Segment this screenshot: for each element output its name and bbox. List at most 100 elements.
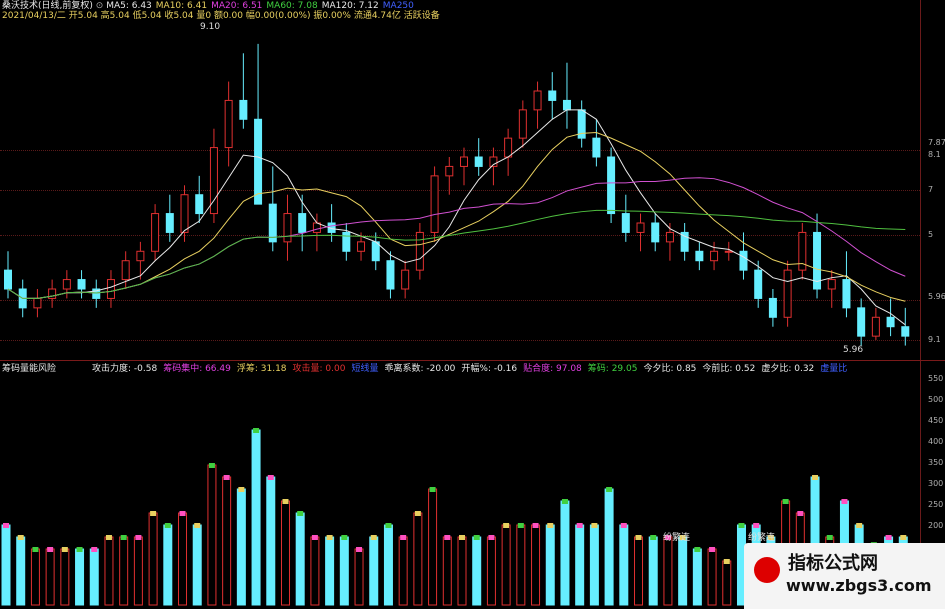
volume-bar[interactable] [310, 536, 320, 606]
volume-cap-marker [606, 487, 613, 492]
volume-cap-marker [179, 511, 186, 516]
volume-cap-marker [400, 535, 407, 540]
volume-bar[interactable] [325, 536, 335, 606]
logo-icon [754, 557, 780, 583]
volume-bar[interactable] [413, 512, 423, 606]
volume-bar[interactable] [60, 548, 70, 606]
volume-bar[interactable] [442, 536, 452, 606]
volume-cap-marker [326, 535, 333, 540]
volume-cap-marker [150, 511, 157, 516]
signal-label: 纷繁连 [663, 533, 691, 543]
volume-bar[interactable] [516, 524, 526, 606]
volume-bar[interactable] [75, 548, 85, 606]
volume-bar[interactable] [531, 524, 541, 606]
volume-cap-marker [208, 463, 215, 468]
volume-cap-marker [135, 535, 142, 540]
volume-bar[interactable] [707, 548, 717, 606]
volume-cap-marker [694, 547, 701, 552]
signal-label: 纷繁连 [748, 533, 776, 543]
volume-bar[interactable] [575, 524, 585, 606]
volume-bar[interactable] [486, 536, 496, 606]
volume-bar[interactable] [192, 524, 202, 606]
volume-cap-marker [370, 535, 377, 540]
volume-bar[interactable] [295, 512, 305, 606]
volume-bar[interactable] [119, 536, 129, 606]
volume-bar[interactable] [692, 548, 702, 606]
volume-cap-marker [253, 428, 260, 433]
volume-bar[interactable] [266, 476, 276, 606]
volume-bar[interactable] [30, 548, 40, 606]
volume-cap-marker [797, 511, 804, 516]
volume-bar[interactable] [148, 512, 158, 606]
volume-bar[interactable] [339, 536, 349, 606]
volume-bar[interactable] [89, 548, 99, 606]
volume-bar[interactable] [545, 524, 555, 606]
volume-cap-marker [120, 535, 127, 540]
volume-bar[interactable] [354, 548, 364, 606]
volume-cap-marker [311, 535, 318, 540]
volume-cap-marker [105, 535, 112, 540]
volume-cap-marker [547, 523, 554, 528]
volume-cap-marker [356, 547, 363, 552]
volume-cap-marker [429, 487, 436, 492]
volume-cap-marker [561, 499, 568, 504]
volume-cap-marker [282, 499, 289, 504]
volume-chart[interactable] [0, 0, 945, 609]
volume-bar[interactable] [178, 512, 188, 606]
volume-bar[interactable] [251, 429, 261, 606]
volume-bar[interactable] [45, 548, 55, 606]
volume-cap-marker [650, 535, 657, 540]
volume-bar[interactable] [16, 536, 26, 606]
volume-cap-marker [223, 475, 230, 480]
volume-cap-marker [267, 475, 274, 480]
volume-cap-marker [488, 535, 495, 540]
volume-bar[interactable] [383, 524, 393, 606]
volume-bar[interactable] [619, 524, 629, 606]
volume-cap-marker [32, 547, 39, 552]
volume-bar[interactable] [501, 524, 511, 606]
volume-bar[interactable] [133, 536, 143, 606]
volume-cap-marker [900, 535, 907, 540]
volume-cap-marker [812, 475, 819, 480]
volume-cap-marker [591, 523, 598, 528]
volume-bar[interactable] [428, 488, 438, 606]
volume-cap-marker [856, 523, 863, 528]
volume-cap-marker [91, 547, 98, 552]
volume-cap-marker [532, 523, 539, 528]
volume-bar[interactable] [163, 524, 173, 606]
volume-cap-marker [76, 547, 83, 552]
volume-cap-marker [459, 535, 465, 540]
volume-bar[interactable] [678, 536, 688, 606]
volume-cap-marker [3, 523, 9, 528]
volume-bar[interactable] [236, 488, 246, 606]
volume-bar[interactable] [589, 524, 599, 606]
volume-bar[interactable] [722, 560, 732, 606]
volume-cap-marker [620, 523, 627, 528]
volume-cap-marker [164, 523, 171, 528]
volume-bar[interactable] [280, 500, 290, 606]
volume-bar[interactable] [207, 464, 217, 606]
volume-bar[interactable] [560, 500, 570, 606]
volume-bar[interactable] [648, 536, 658, 606]
volume-bar[interactable] [634, 536, 644, 606]
volume-cap-marker [517, 523, 524, 528]
volume-bar[interactable] [104, 536, 114, 606]
volume-bar[interactable] [604, 488, 614, 606]
volume-cap-marker [61, 547, 68, 552]
volume-cap-marker [444, 535, 451, 540]
volume-bar[interactable] [663, 536, 673, 606]
volume-bar[interactable] [472, 536, 482, 606]
volume-cap-marker [473, 535, 480, 540]
watermark-url: www.zbgs3.com [786, 576, 932, 595]
volume-bar[interactable] [369, 536, 379, 606]
volume-cap-marker [709, 547, 716, 552]
volume-cap-marker [826, 535, 833, 540]
volume-bar[interactable] [398, 536, 408, 606]
volume-bar[interactable] [457, 536, 467, 606]
volume-bar[interactable] [1, 524, 11, 606]
volume-cap-marker [576, 523, 583, 528]
volume-bar[interactable] [222, 476, 232, 606]
volume-cap-marker [782, 499, 789, 504]
volume-cap-marker [753, 523, 760, 528]
volume-cap-marker [297, 511, 304, 516]
